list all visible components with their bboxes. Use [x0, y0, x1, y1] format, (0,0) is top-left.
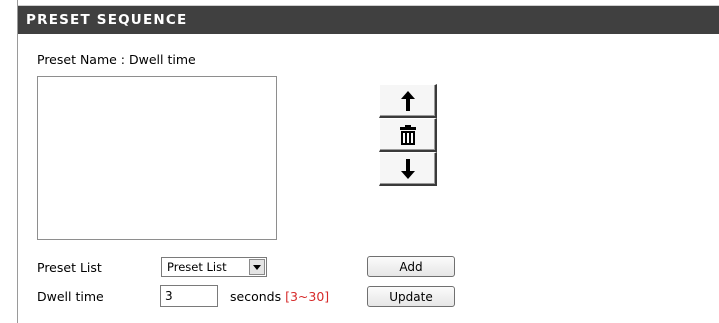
delete-button[interactable]: [379, 118, 437, 152]
dwell-time-range: [3~30]: [285, 289, 330, 304]
preset-sequence-panel: PRESET SEQUENCE Preset Name : Dwell time…: [17, 0, 719, 323]
sequence-listbox[interactable]: [37, 76, 277, 240]
preset-list-label: Preset List: [37, 260, 102, 275]
update-button[interactable]: Update: [367, 286, 455, 307]
section-header: PRESET SEQUENCE: [18, 6, 719, 34]
down-arrow-icon: [400, 158, 415, 179]
trash-icon: [399, 124, 416, 145]
preset-name-label: Preset Name : Dwell time: [37, 52, 196, 67]
dropdown-arrow-icon[interactable]: [249, 259, 265, 275]
dwell-time-unit-range: seconds [3~30]: [230, 289, 329, 304]
move-down-button[interactable]: [379, 152, 437, 186]
dwell-time-label: Dwell time: [37, 289, 104, 304]
add-button[interactable]: Add: [367, 256, 455, 277]
preset-list-select[interactable]: Preset List: [161, 257, 267, 277]
move-up-button[interactable]: [379, 84, 437, 118]
up-arrow-icon: [400, 90, 415, 111]
preset-list-selected-value: Preset List: [167, 260, 227, 274]
dwell-time-input[interactable]: [160, 285, 218, 307]
dwell-time-unit: seconds: [230, 289, 282, 304]
